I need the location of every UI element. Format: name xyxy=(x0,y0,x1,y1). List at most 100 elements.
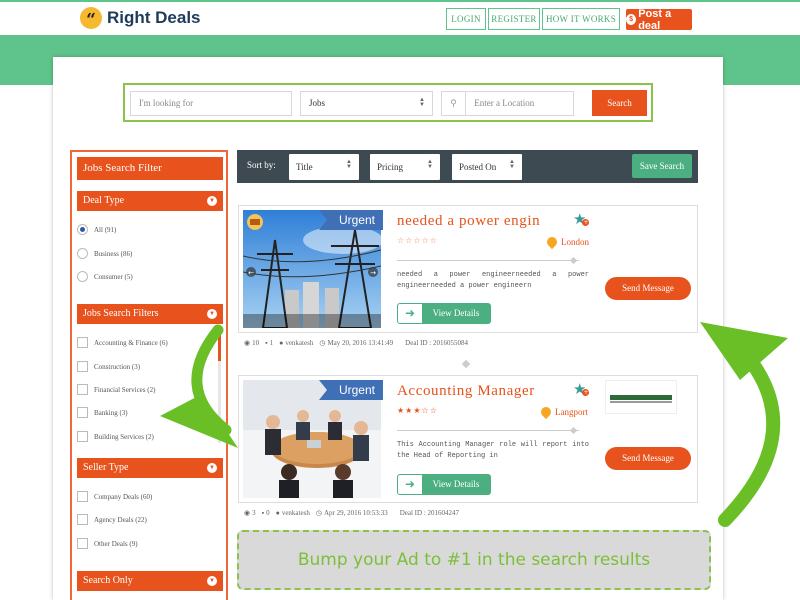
company-logo-image xyxy=(610,395,672,403)
clock-icon: ◷ xyxy=(319,339,326,347)
checkbox-icon[interactable] xyxy=(77,431,88,442)
featured-star-icon[interactable]: ★ xyxy=(573,380,591,398)
deal-type-section[interactable]: Deal Type ▼ xyxy=(77,191,223,211)
listing-description: needed a power engineerneeded a power en… xyxy=(397,271,589,290)
camera-icon: ◉ xyxy=(244,509,251,517)
search-icon: ⚲ xyxy=(442,92,466,115)
send-message-button[interactable]: Send Message xyxy=(605,277,691,300)
location-pin-icon xyxy=(544,234,560,250)
seller-type-section[interactable]: Seller Type ▼ xyxy=(77,458,223,478)
svg-text:→: → xyxy=(370,269,376,277)
checkbox-icon[interactable] xyxy=(77,384,88,395)
register-button[interactable]: REGISTER xyxy=(488,8,540,30)
divider-dot xyxy=(569,426,578,435)
listing-location: London xyxy=(544,234,589,250)
select-arrows-icon: ▲ ▼ xyxy=(419,97,425,108)
post-a-deal-label: Post a deal xyxy=(638,7,672,32)
seller-other[interactable]: Other Deals (9) xyxy=(77,538,138,549)
listing-title[interactable]: Accounting Manager xyxy=(397,383,535,400)
seller-company[interactable]: Company Deals (60) xyxy=(77,491,152,502)
urgent-badge: Urgent xyxy=(319,380,383,400)
user-icon: ● xyxy=(279,339,284,347)
sort-title-select[interactable]: Title ▲ ▼ xyxy=(289,154,359,180)
post-a-deal-button[interactable]: $ Post a deal xyxy=(626,7,692,32)
send-message-button[interactable]: Send Message xyxy=(605,447,691,470)
chevron-down-icon[interactable]: ▼ xyxy=(207,463,217,473)
divider xyxy=(397,430,579,431)
radio-icon[interactable] xyxy=(77,248,88,259)
arrow-right-icon: ➜ xyxy=(398,475,422,494)
select-arrows-icon: ▲ ▼ xyxy=(509,159,515,170)
video-icon: ▪ xyxy=(265,339,268,347)
sort-posted-select[interactable]: Posted On ▲ ▼ xyxy=(452,154,522,180)
select-arrows-icon: ▲ ▼ xyxy=(427,159,433,170)
filter-banking[interactable]: Banking (3) xyxy=(77,407,128,418)
checkbox-icon[interactable] xyxy=(77,514,88,525)
search-button[interactable]: Search xyxy=(592,90,647,116)
filter-sidebar: Jobs Search Filter Deal Type ▼ All (91) … xyxy=(70,150,228,600)
listing-meta: ◉ 10 ▪ 1 ● venkatesh ◷ May 20, 2016 13:41:49… xyxy=(244,339,468,347)
deal-type-all[interactable]: All (91) xyxy=(77,224,116,235)
divider-dot xyxy=(569,256,578,265)
view-details-button[interactable]: ➜ View Details xyxy=(397,474,491,495)
radio-icon[interactable] xyxy=(77,271,88,282)
deal-type-consumer[interactable]: Consumer (5) xyxy=(77,271,133,282)
checkbox-icon[interactable] xyxy=(77,491,88,502)
category-value: Jobs xyxy=(309,98,326,108)
location-input[interactable]: ⚲ Enter a Location xyxy=(441,91,574,116)
location-pin-icon xyxy=(538,404,554,420)
quote-icon: “ xyxy=(80,7,102,30)
chevron-down-icon[interactable]: ▼ xyxy=(207,309,217,319)
listing-description: This Accounting Manager role will report… xyxy=(397,441,589,460)
featured-star-icon[interactable]: ★ xyxy=(573,210,591,228)
logo-text: Right Deals xyxy=(107,8,201,27)
radio-checked-icon[interactable] xyxy=(77,224,88,235)
jobs-filters-section[interactable]: Jobs Search Filters ▼ xyxy=(77,304,223,324)
filter-financial-services[interactable]: Financial Services (2) xyxy=(77,384,155,395)
keyword-input[interactable]: I'm looking for xyxy=(130,91,292,116)
checkbox-icon[interactable] xyxy=(77,538,88,549)
curved-arrow-right-icon xyxy=(718,343,781,527)
video-icon: ▪ xyxy=(261,509,265,517)
search-only-section[interactable]: Search Only ▼ xyxy=(77,571,223,591)
select-arrows-icon: ▲ ▼ xyxy=(346,159,352,170)
filter-scroll-thumb[interactable] xyxy=(218,333,221,361)
listing-location: Langport xyxy=(538,404,588,420)
deal-type-business[interactable]: Business (86) xyxy=(77,248,132,259)
how-it-works-button[interactable]: HOW IT WORKS xyxy=(542,8,620,30)
checkbox-icon[interactable] xyxy=(77,407,88,418)
rating-stars: ☆☆☆☆☆ xyxy=(397,236,438,245)
clock-icon: ◷ xyxy=(315,509,322,517)
listing-meta: ◉ 3 ▪ 0 ● venkatesh ◷ Apr 29, 2016 10:53:33 … xyxy=(244,509,460,517)
search-bar: I'm looking for Jobs ▲ ▼ ⚲ Enter a Locati… xyxy=(123,83,653,122)
sort-label: Sort by: xyxy=(247,160,276,170)
checkbox-icon[interactable] xyxy=(77,337,88,348)
checkbox-icon[interactable] xyxy=(77,361,88,372)
user-icon: ● xyxy=(275,509,280,517)
chevron-down-icon[interactable]: ▼ xyxy=(207,576,217,586)
save-search-button[interactable]: Save Search xyxy=(632,154,692,178)
filter-accounting[interactable]: Accounting & Finance (6) xyxy=(77,337,168,348)
sort-bar: Sort by: Title ▲ ▼ Pricing ▲ ▼ Posted On ▲ ▼ S… xyxy=(237,150,698,183)
bump-ad-banner[interactable]: Bump your Ad to #1 in the search results xyxy=(237,530,711,590)
camera-icon: ◉ xyxy=(244,339,251,347)
category-select[interactable]: Jobs ▲ ▼ xyxy=(300,91,433,116)
filter-building-services[interactable]: Building Services (2) xyxy=(77,431,154,442)
rating-stars: ★★★☆☆ xyxy=(397,406,438,415)
listing-card: ← → Urgent needed a power engin ☆☆☆☆☆ ★ L… xyxy=(238,205,698,333)
sort-pricing-select[interactable]: Pricing ▲ ▼ xyxy=(370,154,440,180)
seller-agency[interactable]: Agency Deals (22) xyxy=(77,514,147,525)
urgent-badge: Urgent xyxy=(319,210,383,230)
svg-text:←: ← xyxy=(248,269,254,277)
filter-construction[interactable]: Construction (3) xyxy=(77,361,140,372)
logo[interactable]: “ Right Deals xyxy=(80,7,201,30)
top-navbar: “ Right Deals LOGIN REGISTER HOW IT WORK… xyxy=(0,0,800,35)
login-button[interactable]: LOGIN xyxy=(446,8,486,30)
listing-card: Urgent Accounting Manager ★★★☆☆ ★ Langpo… xyxy=(238,375,698,503)
listing-title[interactable]: needed a power engin xyxy=(397,213,540,230)
arrow-right-icon: ➜ xyxy=(398,304,422,323)
sidebar-title: Jobs Search Filter xyxy=(77,157,223,180)
view-details-button[interactable]: ➜ View Details xyxy=(397,303,491,324)
chevron-down-icon[interactable]: ▼ xyxy=(207,196,217,206)
company-logo[interactable] xyxy=(605,380,677,414)
